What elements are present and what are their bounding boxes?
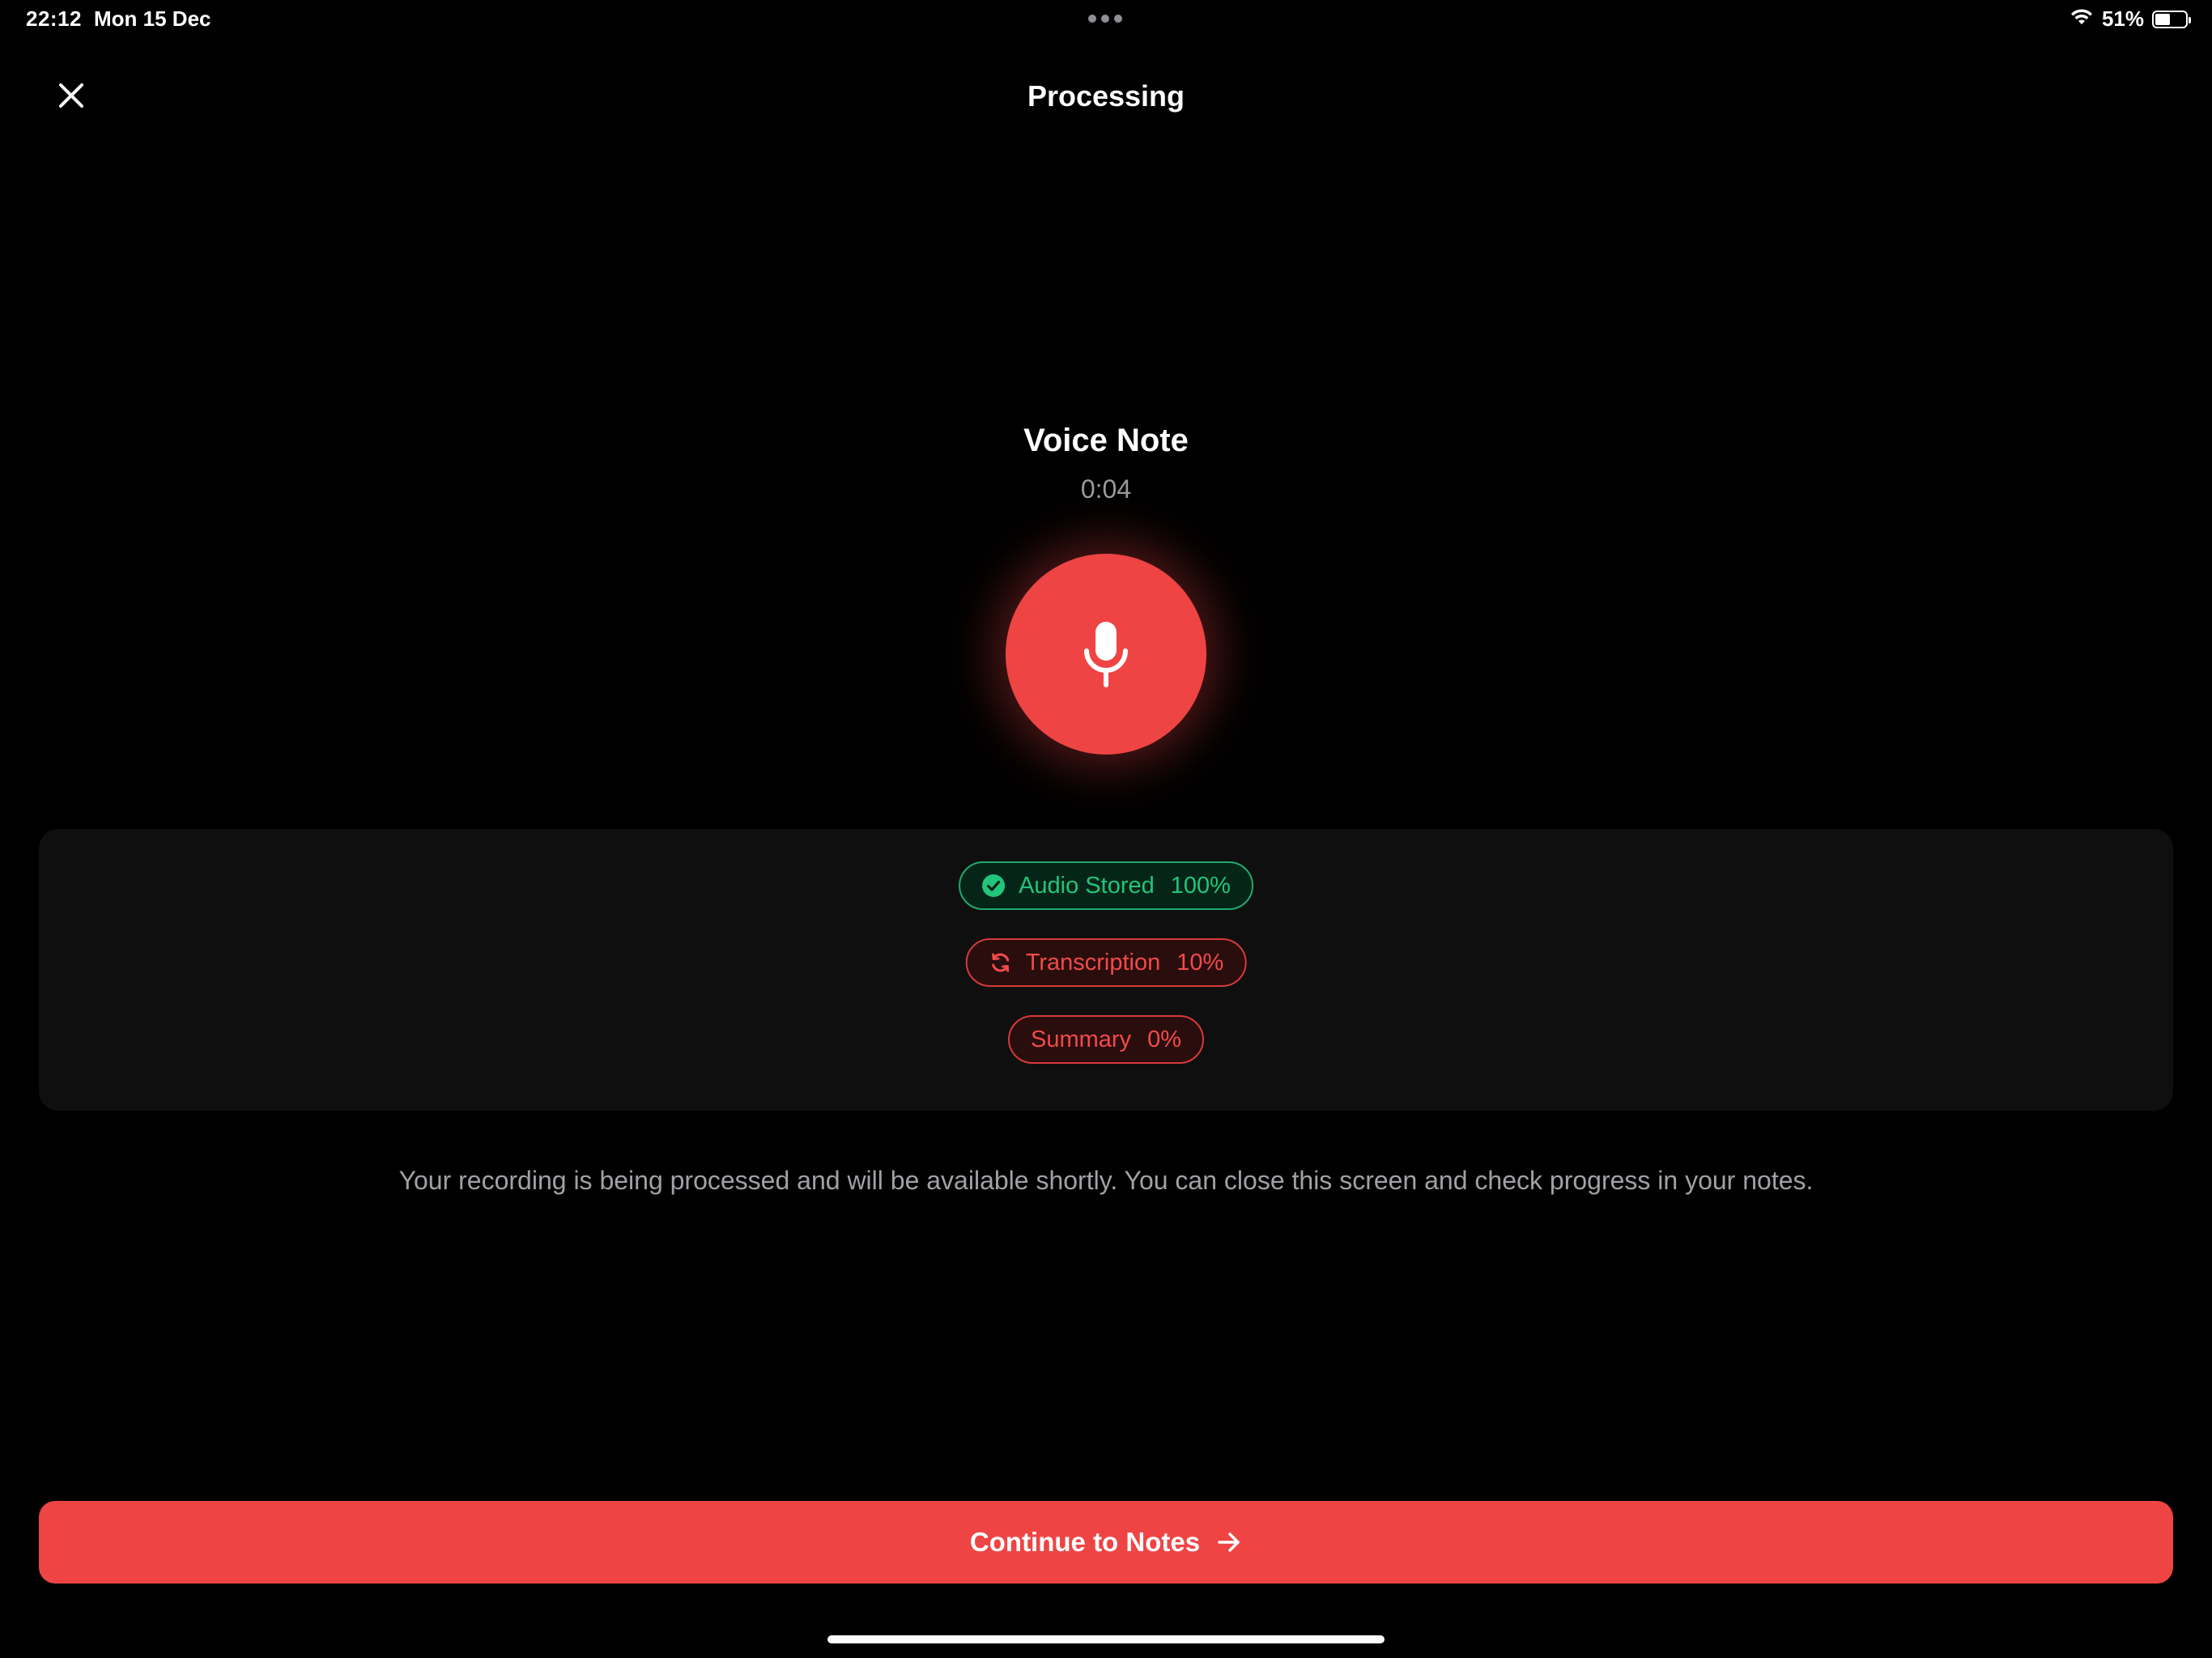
dot: [1088, 15, 1096, 23]
refresh-icon: [992, 953, 1010, 972]
step-percent: 10%: [1176, 949, 1224, 976]
dot: [1101, 15, 1109, 23]
multitasking-dots[interactable]: [1088, 15, 1122, 23]
note-duration: 0:04: [1080, 474, 1132, 504]
step-label: Transcription: [1025, 949, 1161, 976]
step-transcription: Transcription 10%: [965, 938, 1247, 987]
step-label: Audio Stored: [1019, 872, 1155, 899]
note-title: Voice Note: [1023, 423, 1189, 458]
check-circle-icon: [982, 874, 1006, 897]
status-indicators: 51%: [2069, 6, 2191, 32]
processing-steps-panel: Audio Stored 100% Transcription 10% Summ…: [39, 829, 2173, 1111]
home-indicator[interactable]: [827, 1635, 1385, 1643]
battery-icon: [2152, 10, 2191, 28]
battery-fill: [2155, 13, 2171, 25]
step-audio-stored: Audio Stored 100%: [959, 861, 1253, 910]
step-percent: 0%: [1147, 1026, 1181, 1052]
battery-percent: 51%: [2101, 6, 2144, 31]
arrow-right-icon: [1218, 1533, 1240, 1552]
continue-to-notes-button[interactable]: Continue to Notes: [39, 1501, 2173, 1584]
microphone-button: [1006, 554, 1206, 755]
processing-info-text: Your recording is being processed and wi…: [398, 1166, 1814, 1195]
status-bar: 22:12 Mon 15 Dec 51%: [0, 0, 2212, 39]
microphone-icon: [1084, 622, 1128, 687]
processing-screen: 22:12 Mon 15 Dec 51% Processing Voice No…: [0, 0, 2212, 1658]
dot: [1114, 15, 1122, 23]
page-title: Processing: [1027, 79, 1185, 113]
step-label: Summary: [1031, 1026, 1132, 1052]
continue-button-label: Continue to Notes: [969, 1527, 1201, 1557]
status-time: 22:12: [26, 6, 82, 31]
status-date: Mon 15 Dec: [94, 6, 211, 31]
step-percent: 100%: [1170, 872, 1231, 899]
wifi-icon: [2069, 6, 2094, 32]
step-summary: Summary 0%: [1008, 1015, 1204, 1064]
